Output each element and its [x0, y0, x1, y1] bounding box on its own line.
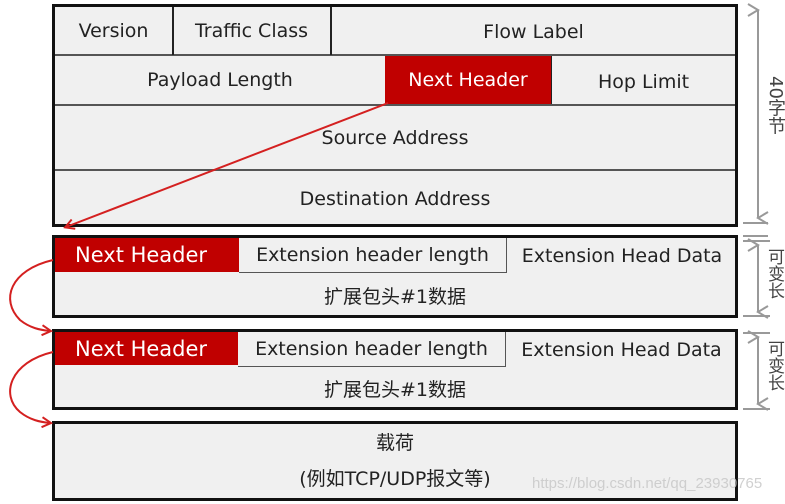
watermark: https://blog.csdn.net/qq_23930765 — [532, 475, 763, 492]
ext2-size-label: 可变长 — [764, 340, 784, 391]
arrows-layer — [9, 3, 770, 504]
ext1-size-label: 可变长 — [764, 248, 784, 299]
next-header-pointer-arrow — [66, 102, 389, 227]
ext1-to-ext2-arrow — [9, 259, 54, 331]
ext2-to-payload-arrow — [9, 351, 54, 423]
header-size-label: 40字节 — [765, 76, 785, 135]
